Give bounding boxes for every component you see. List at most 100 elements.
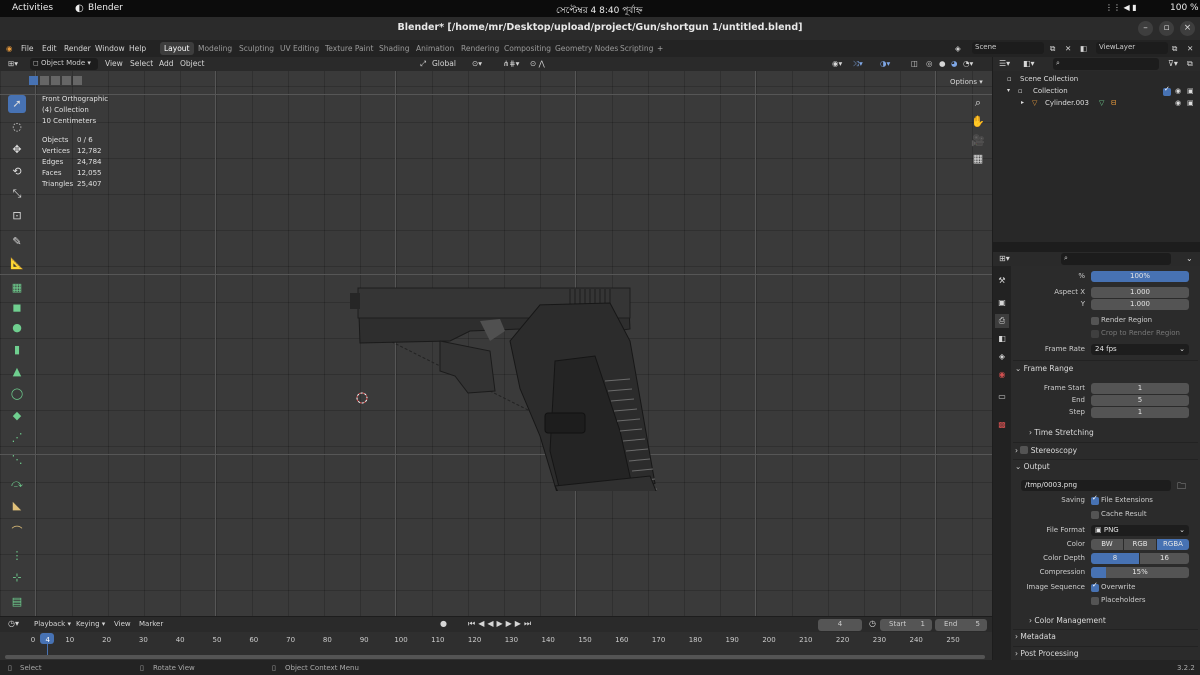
tab-modeling[interactable]: Modeling: [194, 42, 236, 55]
mode-selector[interactable]: ◻ Object Mode ▾: [30, 58, 98, 70]
post-processing-section[interactable]: › Post Processing: [1015, 649, 1195, 663]
add-cube-icon[interactable]: ▦: [8, 279, 26, 297]
overwrite-checkbox[interactable]: [1091, 581, 1099, 592]
menu-help[interactable]: Help: [129, 44, 146, 53]
3d-cursor-icon[interactable]: [355, 391, 369, 405]
object-row[interactable]: ▸ ▽ Cylinder.003 ▽ ᗺ ◉ ▣: [993, 99, 1200, 111]
playback-menu[interactable]: Playback ▾: [34, 620, 71, 628]
collection-row[interactable]: ▾ ▫ Collection ◉ ▣: [993, 85, 1200, 99]
pivot-icon[interactable]: ⊙▾: [472, 59, 482, 68]
battery-status[interactable]: 100 %: [1170, 3, 1199, 13]
tab-uv-editing[interactable]: UV Editing: [276, 42, 323, 55]
record-icon[interactable]: ●: [440, 619, 447, 628]
maximize-icon[interactable]: ▫: [1159, 21, 1174, 36]
add-workspace-button[interactable]: +: [657, 44, 663, 53]
frame-end-field[interactable]: 5: [1091, 395, 1189, 406]
render-camera-icon[interactable]: ▣: [1187, 87, 1194, 95]
menu-add[interactable]: Add: [159, 59, 174, 68]
select-box-mode-icon[interactable]: [29, 76, 38, 85]
tab-scripting[interactable]: Scripting: [616, 42, 657, 55]
select-invert-icon[interactable]: [62, 76, 71, 85]
proportional-edit-icon[interactable]: ⊙ ⋀: [530, 59, 545, 68]
frame-rate-select[interactable]: 24 fps ⌄: [1091, 344, 1189, 355]
scene-icon[interactable]: ◈: [955, 44, 961, 53]
select-intersect-icon[interactable]: [73, 76, 82, 85]
search-input[interactable]: ⌕: [1061, 253, 1171, 265]
editor-type-icon[interactable]: ⊞▾: [8, 59, 18, 68]
blender-logo-icon[interactable]: ◉: [6, 44, 13, 53]
shading-wireframe-icon[interactable]: ◎: [926, 59, 933, 68]
add-torus-icon[interactable]: ◯: [8, 385, 26, 403]
color-rgb-option[interactable]: RGB: [1124, 539, 1156, 550]
color-bw-option[interactable]: BW: [1091, 539, 1123, 550]
tool-tab-icon[interactable]: ⚒: [995, 274, 1009, 288]
add-shape-icon[interactable]: ◆: [8, 407, 26, 425]
add-sphere-icon[interactable]: ●: [8, 319, 26, 337]
xray-icon[interactable]: ◫: [911, 59, 918, 68]
aspect-x-field[interactable]: 1.000: [1091, 287, 1189, 298]
color-rgba-option[interactable]: RGBA: [1157, 539, 1189, 550]
file-format-select[interactable]: ▣ PNG ⌄: [1091, 525, 1189, 536]
transform-tool-icon[interactable]: ⊡: [8, 207, 26, 225]
orientation-selector[interactable]: Global: [432, 59, 456, 68]
shading-rendered-icon[interactable]: ◔▾: [963, 59, 973, 68]
frame-step-field[interactable]: 1: [1091, 407, 1189, 418]
stereoscopy-checkbox[interactable]: [1020, 446, 1029, 454]
gizmo-icon[interactable]: ⤨▾: [853, 59, 863, 69]
frame-start-field[interactable]: 1: [1091, 383, 1189, 394]
current-frame-field[interactable]: 4: [818, 619, 862, 631]
status-icons[interactable]: ⋮⋮ ◀ ▮: [1105, 3, 1137, 12]
add-cone-icon[interactable]: ▲: [8, 363, 26, 381]
menu-select[interactable]: Select: [130, 59, 153, 68]
filter-icon[interactable]: ⊽▾: [1168, 59, 1178, 68]
scene-tab-icon[interactable]: ◈: [995, 350, 1009, 364]
camera-icon[interactable]: 🎥: [971, 134, 985, 148]
move-tool-icon[interactable]: ✥: [8, 141, 26, 159]
extrude-tool-icon[interactable]: ⋰: [8, 429, 26, 447]
new-scene-icon[interactable]: ⧉: [1050, 44, 1055, 54]
editor-type-icon[interactable]: ☰▾: [999, 59, 1010, 68]
crop-checkbox[interactable]: [1091, 330, 1099, 338]
delete-scene-icon[interactable]: ✕: [1065, 44, 1071, 53]
render-region-checkbox[interactable]: [1091, 317, 1099, 325]
activities-button[interactable]: Activities: [12, 3, 53, 13]
frame-range-section[interactable]: ⌄ Frame Range: [1015, 364, 1195, 378]
shading-solid-icon[interactable]: ●: [939, 59, 946, 68]
resolution-percent-field[interactable]: 100%: [1091, 271, 1189, 282]
menu-file[interactable]: File: [21, 44, 34, 53]
shrink-tool-icon[interactable]: ▤: [8, 593, 26, 611]
add-cube-2-icon[interactable]: ◼: [8, 299, 26, 317]
tab-compositing[interactable]: Compositing: [500, 42, 555, 55]
menu-view[interactable]: View: [114, 620, 131, 628]
time-stretching-section[interactable]: › Time Stretching: [1029, 428, 1200, 442]
new-collection-icon[interactable]: ⧉: [1187, 59, 1193, 69]
knife-tool-icon[interactable]: ⋮: [8, 547, 26, 565]
tab-animation[interactable]: Animation: [412, 42, 458, 55]
view-layer-icon[interactable]: ◧: [1080, 44, 1087, 53]
compression-slider[interactable]: 15%: [1091, 567, 1189, 578]
chevron-down-icon[interactable]: ⌄: [1186, 254, 1193, 263]
select-tool-icon[interactable]: ➚: [8, 95, 26, 113]
start-frame-field[interactable]: Start 1: [880, 619, 932, 631]
shading-material-icon[interactable]: ◕: [951, 59, 958, 68]
view-layer-field[interactable]: ViewLayer: [1096, 42, 1168, 54]
zoom-icon[interactable]: ⌕: [971, 96, 985, 110]
tab-texture-paint[interactable]: Texture Paint: [321, 42, 377, 55]
blender-app-icon[interactable]: ◐: [75, 3, 84, 14]
menu-window[interactable]: Window: [95, 44, 125, 53]
end-frame-field[interactable]: End 5: [935, 619, 987, 631]
clock-icon[interactable]: ◷: [869, 619, 876, 628]
editor-type-icon[interactable]: ⊞▾: [999, 254, 1010, 263]
rotate-tool-icon[interactable]: ⟲: [8, 163, 26, 181]
color-depth-16-option[interactable]: 16: [1140, 553, 1189, 564]
search-input[interactable]: ⌕: [1053, 58, 1159, 70]
menu-render[interactable]: Render: [64, 44, 91, 53]
poly-build-icon[interactable]: ⊹: [8, 569, 26, 587]
stereoscopy-section[interactable]: › Stereoscopy: [1015, 445, 1195, 459]
visibility-eye-icon[interactable]: ◉: [1175, 99, 1181, 107]
color-depth-8-option[interactable]: 8: [1091, 553, 1139, 564]
gun-model[interactable]: [340, 271, 680, 491]
folder-icon[interactable]: 🗀: [1177, 479, 1186, 495]
menu-edit[interactable]: Edit: [42, 44, 57, 53]
cache-result-checkbox[interactable]: [1091, 511, 1099, 519]
